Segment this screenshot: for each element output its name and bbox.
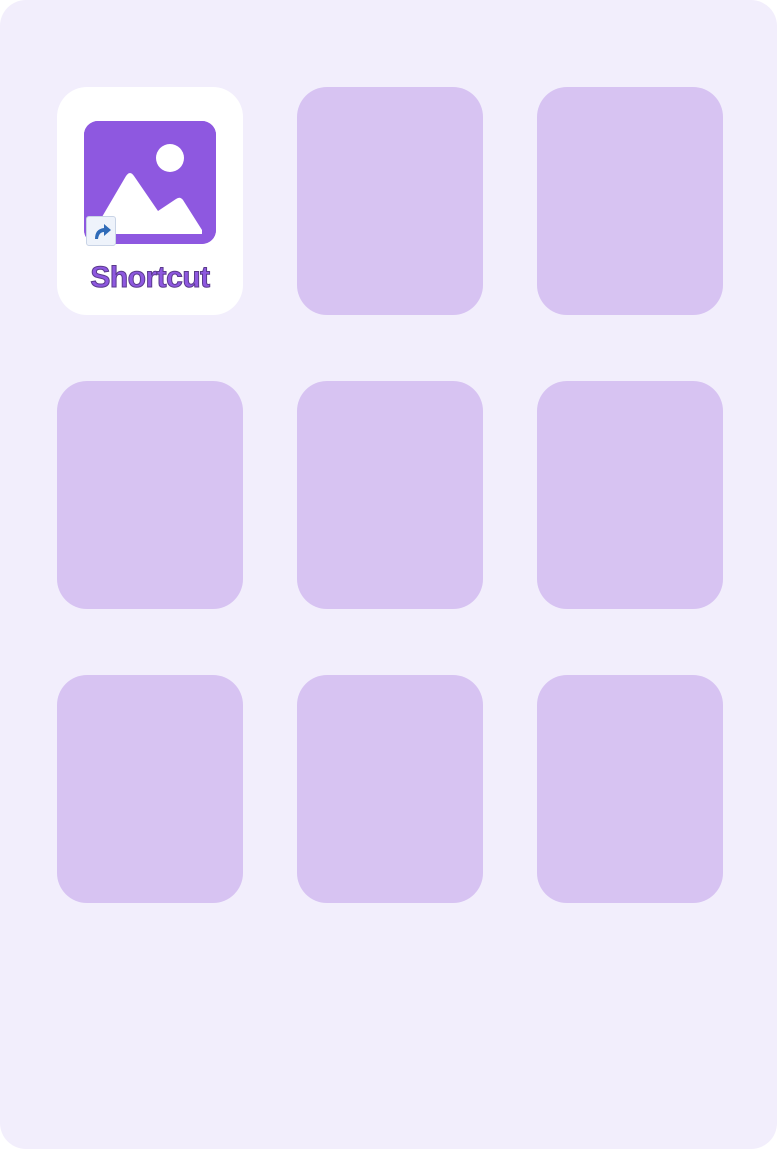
app-tile-placeholder[interactable]	[57, 675, 243, 903]
app-tile-placeholder[interactable]	[537, 675, 723, 903]
shortcut-arrow-icon	[86, 216, 116, 246]
app-tile-placeholder[interactable]	[57, 381, 243, 609]
app-label: Shortcut	[90, 261, 211, 295]
app-tile-placeholder[interactable]	[537, 87, 723, 315]
app-tile-placeholder[interactable]	[537, 381, 723, 609]
app-tile-placeholder[interactable]	[297, 87, 483, 315]
app-tile-placeholder[interactable]	[297, 381, 483, 609]
app-tile-placeholder[interactable]	[297, 675, 483, 903]
home-screen: Shortcut	[0, 0, 777, 1149]
app-grid: Shortcut	[57, 87, 723, 903]
shortcut-app-tile[interactable]: Shortcut	[57, 87, 243, 315]
